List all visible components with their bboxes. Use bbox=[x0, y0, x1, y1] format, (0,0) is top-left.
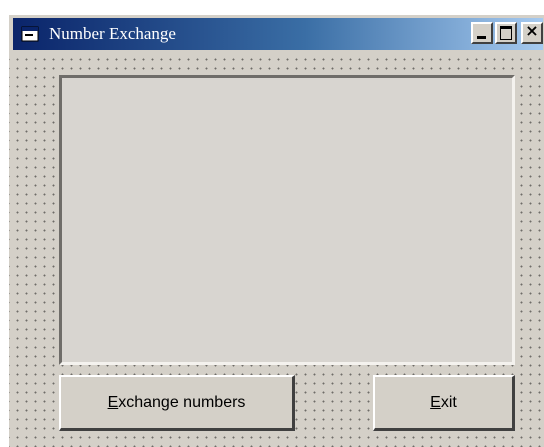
form-design-grid: Exchange numbers Exit bbox=[9, 53, 544, 447]
exchange-access-key: E bbox=[107, 394, 119, 411]
close-icon: × bbox=[525, 21, 539, 40]
title-bar[interactable]: Number Exchange × bbox=[13, 18, 543, 50]
exit-label: xit bbox=[440, 394, 457, 411]
exit-access-key: E bbox=[430, 394, 441, 411]
maximize-icon bbox=[500, 26, 512, 40]
app-window: Number Exchange × Exchange numbers Exit bbox=[8, 14, 544, 447]
vb-form-icon bbox=[21, 26, 39, 42]
number-display-box[interactable] bbox=[59, 75, 515, 365]
exchange-label: xchange numbers bbox=[118, 394, 246, 411]
minimize-icon bbox=[477, 36, 486, 39]
maximize-button[interactable] bbox=[495, 22, 517, 44]
window-title: Number Exchange bbox=[49, 24, 176, 43]
exchange-numbers-button[interactable]: Exchange numbers bbox=[59, 375, 295, 431]
minimize-button[interactable] bbox=[471, 22, 493, 44]
exit-button[interactable]: Exit bbox=[373, 375, 515, 431]
close-button[interactable]: × bbox=[521, 22, 543, 44]
